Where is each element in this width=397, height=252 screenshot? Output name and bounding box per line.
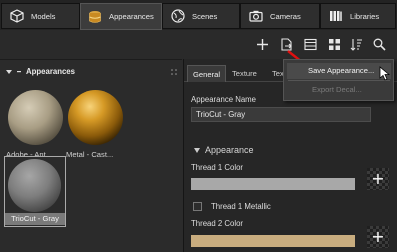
tab-cameras-label: Cameras <box>270 11 301 21</box>
thread2-color-picker[interactable]: + <box>367 226 389 248</box>
menu-item-export-decal[interactable]: Export Decal... <box>289 82 362 98</box>
tab-models-label: Models <box>31 11 56 21</box>
top-tab-bar: Models Appearances Scenes Cameras Librar… <box>0 0 397 30</box>
section-collapse-icon[interactable] <box>194 147 200 153</box>
tab-cameras[interactable]: Cameras <box>240 3 320 29</box>
paint-can-icon <box>89 10 101 23</box>
books-icon <box>330 11 342 21</box>
appearance-name-label: Appearance Name <box>191 95 257 104</box>
appearances-panel: Appearances Adobe - Ant... Metal - Cast.… <box>0 59 182 252</box>
material-name: Metal - Cast... <box>66 150 114 159</box>
material-preview-triocut <box>7 158 62 213</box>
thread1-color-picker[interactable]: + <box>367 168 389 190</box>
camera-icon <box>249 10 263 22</box>
appearances-header[interactable]: Appearances <box>6 67 75 76</box>
material-preview-adobe <box>8 90 63 145</box>
tab-libraries-label: Libraries <box>350 11 380 21</box>
grid-icon[interactable] <box>328 38 341 51</box>
plus-icon: + <box>371 227 385 246</box>
add-icon[interactable] <box>256 38 269 51</box>
mouse-cursor-icon <box>379 66 390 81</box>
material-preview-metal <box>68 90 123 145</box>
tab-models[interactable]: Models <box>1 3 80 29</box>
search-icon[interactable] <box>373 38 386 51</box>
appearance-section-header[interactable]: Appearance <box>194 145 254 155</box>
appearances-header-label: Appearances <box>26 67 75 76</box>
grip-dots-icon[interactable] <box>171 69 177 75</box>
sort-icon[interactable] <box>350 38 363 51</box>
appearance-name-field[interactable]: TrioCut - Gray <box>191 107 371 122</box>
material-tile-selected[interactable]: TrioCut - Gray <box>4 156 66 227</box>
plus-icon: + <box>371 169 385 188</box>
globe-icon <box>171 9 185 23</box>
thread1-metallic-label: Thread 1 Metallic <box>211 202 271 211</box>
toolbar <box>0 30 397 59</box>
tab-appearances[interactable]: Appearances <box>80 3 162 30</box>
thread2-color-swatch[interactable] <box>191 235 355 247</box>
header-dash-icon <box>17 70 21 72</box>
menu-separator <box>288 80 390 81</box>
tab-libraries[interactable]: Libraries <box>320 3 396 29</box>
tab-scenes[interactable]: Scenes <box>162 3 240 29</box>
tab-texture[interactable]: Texture <box>227 65 262 82</box>
material-tile[interactable]: Adobe - Ant... <box>4 86 66 161</box>
export-dropdown-menu: Save Appearance... Export Decal... <box>283 59 394 101</box>
tab-appearances-label: Appearances <box>109 12 154 21</box>
thread1-metallic-checkbox[interactable] <box>193 202 202 211</box>
material-name: TrioCut - Gray <box>5 213 65 225</box>
cube-icon <box>10 9 24 23</box>
thread1-color-label: Thread 1 Color <box>191 163 244 172</box>
tab-scenes-label: Scenes <box>192 11 218 21</box>
thread1-color-swatch[interactable] <box>191 178 355 190</box>
tab-general[interactable]: General <box>187 65 227 82</box>
collapse-triangle-icon[interactable] <box>6 69 12 75</box>
thread2-color-label: Thread 2 Color <box>191 219 244 228</box>
appearance-section-label: Appearance <box>205 145 254 155</box>
menu-item-save-appearance[interactable]: Save Appearance... <box>287 63 391 79</box>
material-tile[interactable]: Metal - Cast... <box>64 86 126 161</box>
